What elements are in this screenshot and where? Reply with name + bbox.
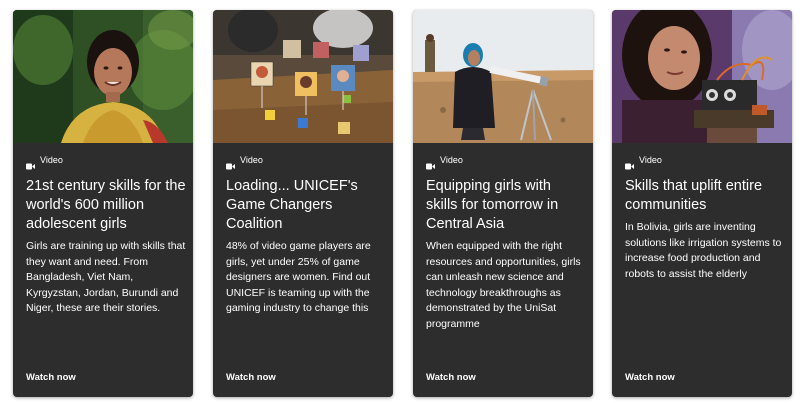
video-tag-label: Video [440,155,463,165]
video-card-central-asia[interactable]: Video Equipping girls with skills for to… [413,10,593,397]
video-icon [26,157,35,169]
card-title[interactable]: Equipping girls with skills for tomorrow… [426,177,586,234]
video-tag: Video [226,154,263,169]
robot-building-thumbnail[interactable] [612,10,792,143]
watch-now-link[interactable]: Watch now [226,372,276,383]
watch-now-link[interactable]: Watch now [26,372,76,383]
girl-portrait-thumbnail[interactable] [13,10,193,143]
card-title[interactable]: Loading... UNICEF's Game Changers Coalit… [226,177,386,234]
card-description: 48% of video game players are girls, yet… [226,240,371,315]
video-card-uplift-communities[interactable]: Video Skills that uplift entire communit… [612,10,792,397]
card-title[interactable]: 21st century skills for the world's 600 … [26,177,186,234]
video-card-grid: Video 21st century skills for the world'… [0,0,803,403]
telescope-desert-thumbnail[interactable] [413,10,593,143]
video-tag: Video [426,154,463,169]
game-table-thumbnail[interactable] [213,10,393,143]
video-icon [226,157,235,169]
video-card-21st-century-skills[interactable]: Video 21st century skills for the world'… [13,10,193,397]
video-icon [426,157,435,169]
card-title[interactable]: Skills that uplift entire communities [625,177,785,215]
card-description: When equipped with the right resources a… [426,240,581,330]
video-tag-label: Video [240,155,263,165]
video-icon [625,157,634,169]
watch-now-link[interactable]: Watch now [625,372,675,383]
video-tag-label: Video [40,155,63,165]
video-tag-label: Video [639,155,662,165]
card-description: In Bolivia, girls are inventing solution… [625,221,782,280]
video-tag: Video [625,154,662,169]
video-card-game-changers[interactable]: Video Loading... UNICEF's Game Changers … [213,10,393,397]
card-description: Girls are training up with skills that t… [26,240,186,315]
video-tag: Video [26,154,63,169]
watch-now-link[interactable]: Watch now [426,372,476,383]
